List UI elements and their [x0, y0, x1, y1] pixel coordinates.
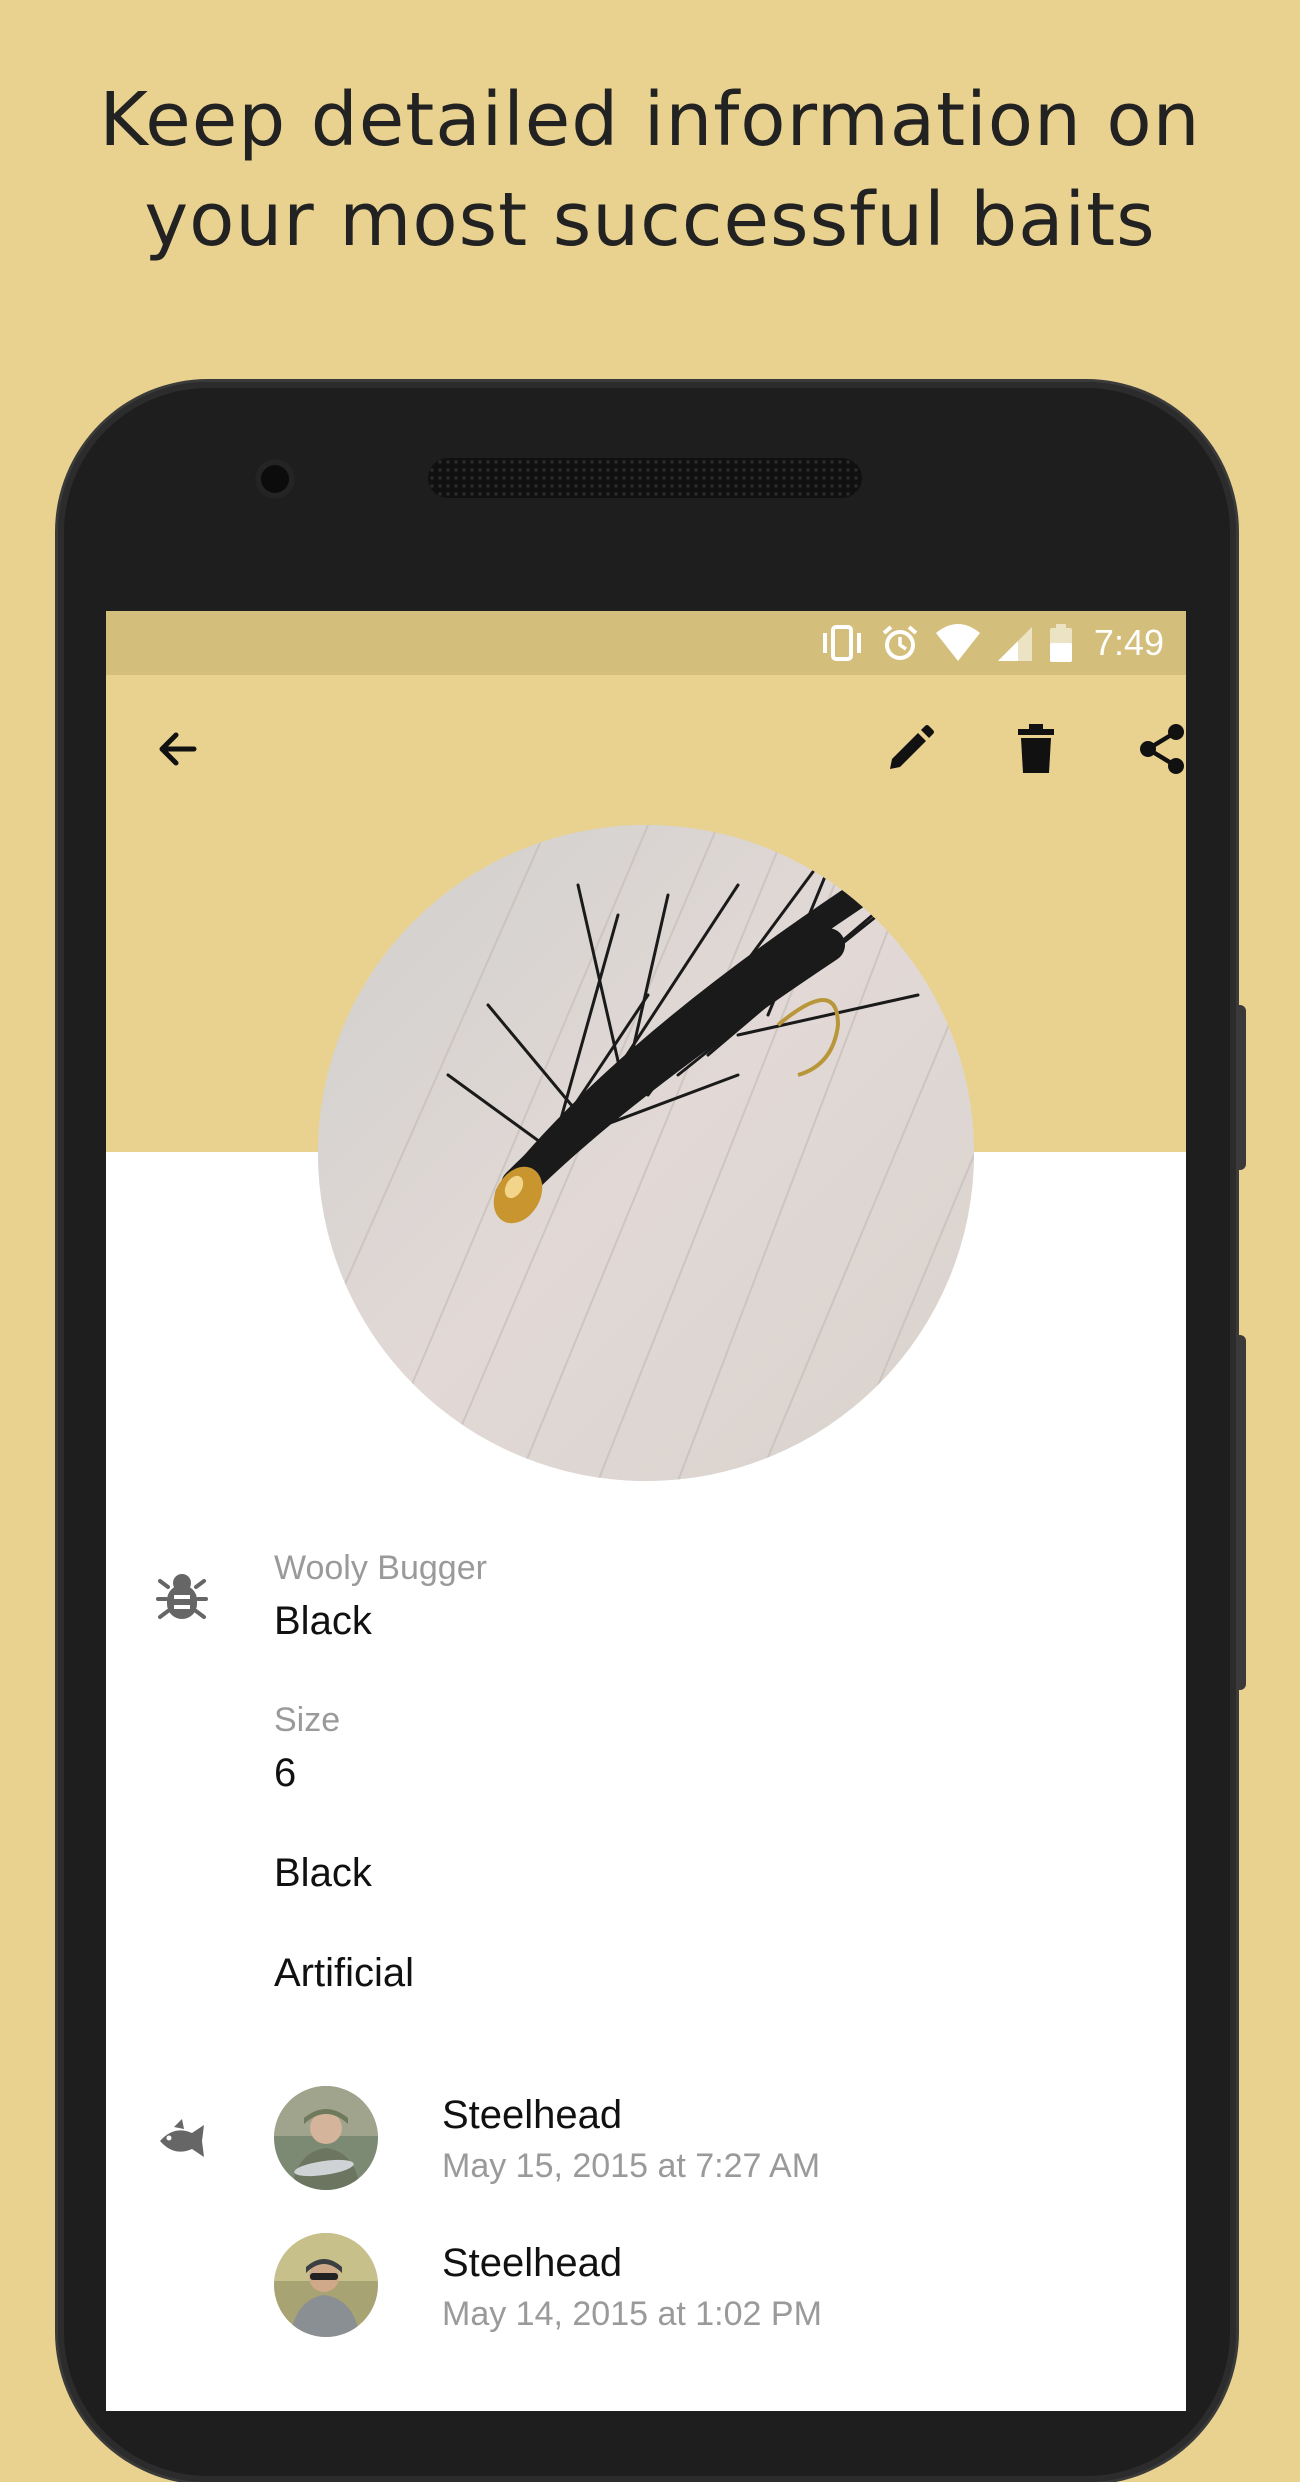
- phone-volume-button: [1236, 1335, 1246, 1690]
- size-value: 6: [274, 1751, 297, 1795]
- signal-icon: [997, 627, 1032, 661]
- bug-icon: [156, 1574, 208, 1619]
- share-button[interactable]: [1122, 709, 1186, 789]
- delete-button[interactable]: [996, 709, 1076, 789]
- bait-category-label: Wooly Bugger: [274, 1549, 487, 1587]
- app-screen: 7:49 Wooly Bugger Black Size 6 Black Art…: [106, 611, 1186, 2411]
- bait-name: Black: [274, 1599, 372, 1643]
- fish-icon: [160, 2119, 204, 2157]
- share-icon: [1140, 724, 1184, 774]
- battery-icon: [1049, 624, 1072, 662]
- status-time: 7:49: [1093, 622, 1164, 663]
- headline-line-1: Keep detailed information on: [99, 77, 1201, 163]
- wifi-icon: [935, 624, 980, 661]
- catch-date: May 14, 2015 at 1:02 PM: [442, 2295, 822, 2333]
- status-bar: 7:49: [106, 611, 1186, 675]
- headline-line-2: your most successful baits: [144, 177, 1156, 263]
- catch-photo-thumbnail: [274, 2233, 378, 2337]
- fly-lure-photo: [318, 825, 974, 1481]
- catch-photo[interactable]: [274, 2086, 378, 2190]
- delete-icon: [1018, 724, 1054, 773]
- catch-photo-thumbnail: [274, 2086, 378, 2190]
- catch-species: Steelhead: [442, 2241, 623, 2285]
- back-button[interactable]: [138, 709, 218, 789]
- catch-photo[interactable]: [274, 2233, 378, 2337]
- front-camera: [255, 459, 295, 499]
- vibrate-icon: [822, 625, 861, 661]
- status-icons: 7:49: [818, 611, 1164, 675]
- earpiece-speaker: [428, 458, 862, 498]
- bait-color: Black: [274, 1851, 372, 1895]
- bait-type: Artificial: [274, 1951, 415, 1995]
- phone-power-button: [1236, 1005, 1246, 1170]
- alarm-icon: [882, 625, 918, 660]
- size-label: Size: [274, 1701, 341, 1739]
- catch-species: Steelhead: [442, 2093, 623, 2137]
- bait-photo[interactable]: [318, 825, 974, 1481]
- edit-icon: [890, 725, 934, 769]
- headline: Keep detailed information on your most s…: [0, 70, 1300, 270]
- arrow-back-icon: [159, 732, 197, 766]
- catch-date: May 15, 2015 at 7:27 AM: [442, 2147, 821, 2185]
- edit-button[interactable]: [870, 709, 950, 789]
